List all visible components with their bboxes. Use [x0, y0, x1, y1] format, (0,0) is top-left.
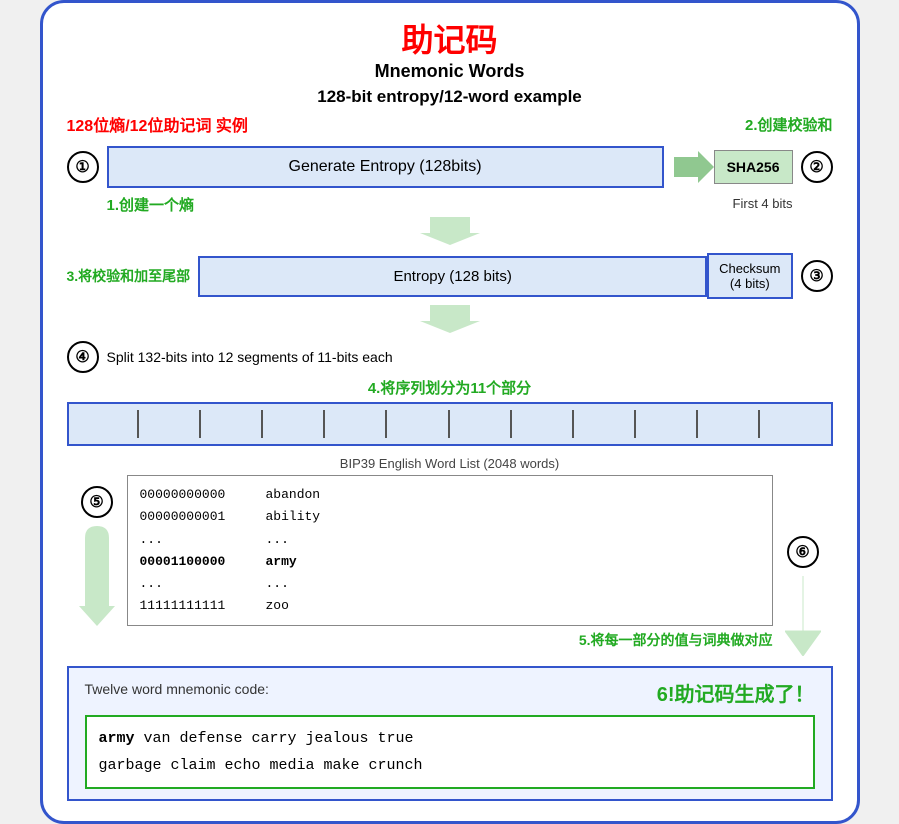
- generate-entropy-box: Generate Entropy (128bits): [107, 146, 664, 188]
- circle-3: ③: [801, 260, 833, 292]
- label-step5: 5.将每一部分的值与词典做对应: [127, 630, 773, 650]
- circle-2: ②: [801, 151, 833, 183]
- row-wordlist: ⑤ BIP39 English Word List (2048 words) 0…: [67, 456, 833, 656]
- first4bits-label: First 4 bits: [733, 196, 833, 211]
- circle-5: ⑤: [81, 486, 113, 518]
- title-en-line2: 128-bit entropy/12-word example: [67, 85, 833, 109]
- main-container: 助记码 Mnemonic Words 128-bit entropy/12-wo…: [40, 0, 860, 824]
- label-step3: 3.将校验和加至尾部: [67, 266, 191, 286]
- wl-word: ...: [266, 573, 346, 595]
- row-checksum: 3.将校验和加至尾部 Entropy (128 bits) Checksum(4…: [67, 253, 833, 299]
- wl-item: 11111111111: [140, 595, 250, 617]
- wl-word: abandon: [266, 484, 346, 506]
- label-step2: 2.创建校验和: [745, 114, 833, 135]
- arrow-down-2-icon: [420, 305, 480, 333]
- mnemonic-outer-box: Twelve word mnemonic code: 6!助记码生成了！ arm…: [67, 666, 833, 801]
- wl-word: ability: [266, 506, 346, 528]
- subtitle-zh: 128位熵/12位助记词 实例: [67, 112, 248, 136]
- circle-4: ④: [67, 341, 99, 373]
- arrow-down-right-icon: [785, 576, 821, 656]
- wordlist-box: 00000000000 00000000001 ... 00001100000 …: [127, 475, 773, 626]
- row-split: ④ Split 132-bits into 12 segments of 11-…: [67, 341, 833, 446]
- wl-word: ...: [266, 529, 346, 551]
- wl-item: 00000000001: [140, 506, 250, 528]
- split-label-zh: 4.将序列划分为11个部分: [67, 377, 833, 398]
- wl-word: zoo: [266, 595, 346, 617]
- title-zh: 助记码: [67, 21, 833, 59]
- segments-box: [67, 402, 833, 446]
- wordlist-right-col: ⑥: [773, 456, 833, 656]
- wl-word-highlight: army: [266, 551, 346, 573]
- mnemonic-first-word: army: [99, 730, 135, 747]
- row-mnemonic: Twelve word mnemonic code: 6!助记码生成了！ arm…: [67, 666, 833, 801]
- label-step1: 1.创建一个熵: [107, 194, 195, 215]
- row-entropy: ① Generate Entropy (128bits) SHA256 ②: [67, 146, 833, 188]
- mnemonic-rest-words: van defense carry jealous truegarbage cl…: [99, 730, 423, 774]
- title-en-line1: Mnemonic Words: [67, 59, 833, 84]
- arrow-down-left-icon: [79, 526, 115, 626]
- wordlist-col1: 00000000000 00000000001 ... 00001100000 …: [140, 484, 250, 617]
- wl-item: ...: [140, 529, 250, 551]
- mnemonic-words-box: army van defense carry jealous truegarba…: [85, 715, 815, 789]
- label-step6: 6!助记码生成了！: [657, 678, 815, 707]
- sha256-box: SHA256: [714, 150, 793, 184]
- circle-6: ⑥: [787, 536, 819, 568]
- circle-1: ①: [67, 151, 99, 183]
- wordlist-col2: abandon ability ... army ... zoo: [266, 484, 346, 617]
- wordlist-left-col: ⑤: [67, 456, 127, 626]
- mnemonic-label: Twelve word mnemonic code:: [85, 681, 269, 697]
- wl-item: ...: [140, 573, 250, 595]
- split-label-en: Split 132-bits into 12 segments of 11-bi…: [107, 349, 393, 365]
- arrow-down-1-icon: [420, 217, 480, 245]
- wordlist-center-col: BIP39 English Word List (2048 words) 000…: [127, 456, 773, 650]
- arrow-right-icon: [674, 147, 714, 187]
- entropy128-box: Entropy (128 bits): [198, 256, 707, 297]
- checksum-box: Checksum(4 bits): [707, 253, 792, 299]
- wordlist-label: BIP39 English Word List (2048 words): [127, 456, 773, 471]
- wl-item-highlight: 00001100000: [140, 551, 250, 573]
- wl-item: 00000000000: [140, 484, 250, 506]
